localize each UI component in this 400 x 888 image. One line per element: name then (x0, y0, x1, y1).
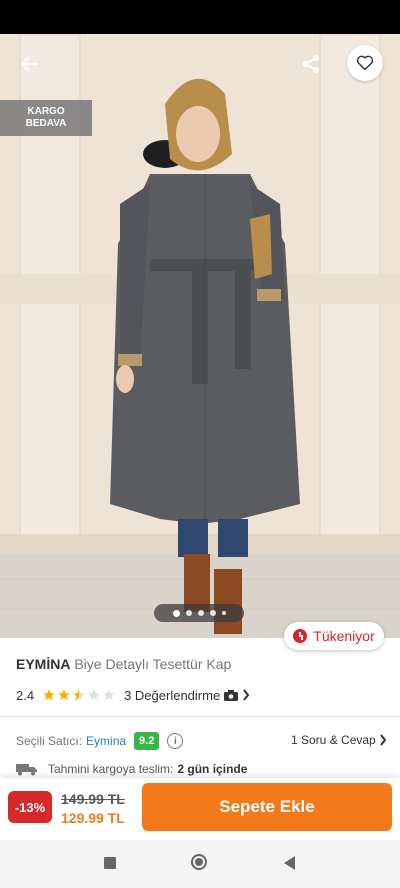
share-button[interactable] (296, 50, 326, 78)
low-stock-label: Tükeniyor (313, 628, 375, 644)
seller-name-link[interactable]: Eymina (86, 734, 126, 748)
free-shipping-badge: KARGO BEDAVA (0, 100, 92, 136)
chevron-right-icon (379, 734, 386, 746)
home-button[interactable] (191, 854, 207, 870)
divider (0, 716, 400, 717)
seller-row: Seçili Satıcı: Eymina 9.2 i (16, 731, 184, 751)
carousel-indicator (154, 604, 244, 622)
favorite-button[interactable] (347, 45, 383, 81)
low-stock-badge: Tükeniyor (284, 622, 384, 650)
carousel-dot (172, 609, 180, 617)
questions-answers-link[interactable]: 1 Soru & Cevap (291, 731, 387, 749)
current-price: 129.99 TL (61, 810, 125, 826)
heart-icon (356, 55, 374, 71)
product-brand[interactable]: EYMİNA (16, 656, 70, 672)
reviews-link[interactable]: 3 Değerlendirme (124, 688, 250, 703)
star-empty-icon (88, 689, 100, 701)
chevron-right-icon (243, 689, 250, 701)
rating-value: 2.4 (16, 687, 35, 703)
seller-label: Seçili Satıcı: (16, 734, 83, 748)
rating-stars (42, 688, 116, 702)
old-price: 149.99 TL (61, 791, 125, 807)
carousel-dot (197, 610, 204, 616)
camera-icon (224, 689, 239, 701)
reviews-count: 3 Değerlendirme (124, 687, 221, 703)
add-to-cart-bar: -13% 149.99 TL 129.99 TL Sepete Ekle (0, 778, 400, 840)
discount-badge: -13% (8, 791, 52, 823)
recent-apps-button[interactable] (104, 857, 116, 869)
system-back-button[interactable] (284, 856, 295, 870)
back-button[interactable] (14, 50, 44, 78)
delivery-label: Tahmini kargoya teslim: (48, 762, 174, 776)
product-title: EYMİNA Biye Detaylı Tesettür Kap (16, 656, 231, 672)
delivery-row: Tahmini kargoya teslim: 2 gün içinde (16, 761, 247, 777)
qa-label: 1 Soru & Cevap (291, 733, 376, 747)
star-full-icon (43, 689, 55, 701)
rating-row: 2.4 3 Değerlendirme (16, 686, 250, 704)
delivery-value: 2 gün içinde (177, 762, 248, 776)
cargo-badge-line2: BEDAVA (25, 118, 67, 129)
carousel-dot (209, 610, 216, 616)
truck-icon (16, 763, 37, 775)
carousel-dot (185, 610, 192, 616)
clock-icon (293, 629, 308, 643)
star-full-icon (58, 689, 70, 701)
seller-score-badge: 9.2 (134, 732, 160, 750)
product-name: Biye Detaylı Tesettür Kap (74, 656, 232, 672)
star-empty-icon (103, 689, 115, 701)
cargo-badge-line1: KARGO (27, 106, 65, 117)
star-half-icon (73, 689, 85, 701)
system-nav-bar (0, 840, 400, 888)
status-bar (0, 0, 400, 34)
add-to-cart-button[interactable]: Sepete Ekle (142, 783, 392, 831)
info-icon[interactable]: i (167, 733, 184, 749)
arrow-left-icon (20, 56, 39, 72)
share-icon (302, 55, 319, 73)
carousel-dot (221, 611, 226, 615)
